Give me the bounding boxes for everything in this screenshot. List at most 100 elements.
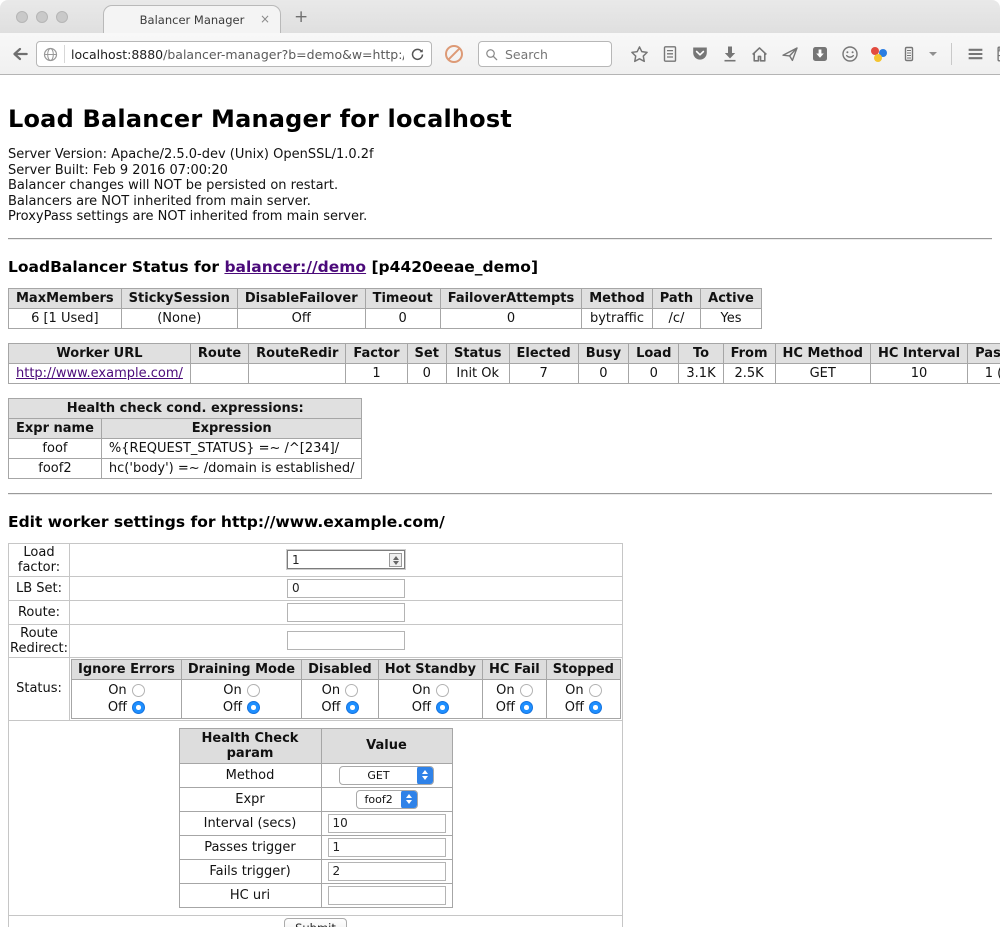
hc-interval-input[interactable] [328,814,446,833]
feedback-smiley-icon[interactable] [840,45,859,64]
balancer-header-row: MaxMembers StickySession DisableFailover… [9,288,762,308]
ignore-errors-cell: On Off [72,679,182,718]
close-window-button[interactable] [16,11,28,23]
cell-worker-url: http://www.example.com/ [9,363,191,383]
pocket-icon[interactable] [690,45,709,64]
hc-expr-row-foof2: foof2 hc('body') =~ /domain is establish… [9,458,362,478]
battery-extension-icon[interactable] [899,45,918,64]
disabled-off-radio[interactable] [346,701,359,714]
worker-status-table: Worker URL Route RouteRedir Factor Set S… [8,343,1000,384]
route-input[interactable] [287,603,405,622]
hc-expr-header-row: Expr name Expression [9,418,362,438]
hot-standby-on-radio[interactable] [436,684,449,697]
submit-button[interactable]: Submit [284,918,347,927]
ignore-errors-on-radio[interactable] [132,684,145,697]
hc-uri-input[interactable] [328,886,446,905]
balancer-demo-link[interactable]: balancer://demo [224,258,366,276]
reading-list-icon[interactable] [660,45,679,64]
cell-expr-name: foof [9,438,102,458]
cell-factor: 1 [346,363,407,383]
hc-fail-off-radio[interactable] [520,701,533,714]
health-check-cell: Health Check param Value Method GET [9,720,623,915]
disabled-on-radio[interactable] [345,684,358,697]
extension-dropdown-caret-icon[interactable] [929,52,937,56]
hc-fail-cell: On Off [483,679,547,718]
load-factor-label: Load factor: [9,543,70,576]
url-bar[interactable]: localhost:8880/balancer-manager?b=demo&w… [36,41,432,67]
hc-method-selected-value: GET [340,769,417,782]
url-text[interactable]: localhost:8880/balancer-manager?b=demo&w… [71,47,404,62]
menu-hamburger-icon[interactable] [966,45,985,64]
col-to: To [679,343,723,363]
home-icon[interactable] [750,45,769,64]
draining-mode-on-radio[interactable] [247,684,260,697]
zoom-window-button[interactable] [56,11,68,23]
tab-bar: Balancer Manager × + [0,0,1000,33]
status-heading-suffix: [p4420eeae_demo] [366,258,538,276]
col-hc-param: Health Check param [179,728,321,763]
route-redirect-input[interactable] [287,631,405,650]
back-arrow-icon [10,44,30,64]
globe-icon [43,47,58,62]
downloads-icon[interactable] [720,45,739,64]
new-tab-button[interactable]: + [294,7,308,27]
hc-header-row: Health Check param Value [179,728,452,763]
stopped-off-radio[interactable] [589,701,602,714]
hc-method-select[interactable]: GET [339,766,434,785]
cell-disablefailover: Off [237,308,365,328]
col-method: Method [582,288,652,308]
send-to-device-icon[interactable] [780,45,799,64]
ignore-errors-off-radio[interactable] [132,701,145,714]
cell-busy: 0 [578,363,628,383]
cell-from: 2.5K [723,363,775,383]
divider [8,238,992,240]
number-stepper-icon[interactable] [389,553,402,567]
worker-header-row: Worker URL Route RouteRedir Factor Set S… [9,343,1000,363]
reload-icon[interactable] [410,47,425,62]
lb-set-input[interactable] [287,579,405,598]
worker-url-link[interactable]: http://www.example.com/ [16,366,183,381]
addon-download-icon[interactable] [810,45,829,64]
loadbalancer-status-heading: LoadBalancer Status for balancer://demo … [8,258,992,276]
col-elected: Elected [509,343,578,363]
status-cell: Ignore Errors Draining Mode Disabled Hot… [70,657,623,720]
stopped-on-radio[interactable] [589,684,602,697]
hc-interval-row: Interval (secs) [179,811,452,835]
hot-standby-off-radio[interactable] [436,701,449,714]
off-label: Off [412,700,431,715]
bookmark-star-icon[interactable] [630,45,649,64]
cell-maxmembers: 6 [1 Used] [9,308,122,328]
load-factor-input[interactable] [287,550,405,569]
hc-expr-select[interactable]: foof2 [356,790,418,809]
tab-groups-icon[interactable] [996,45,1000,64]
col-stopped: Stopped [546,659,620,679]
lb-set-cell [70,576,623,600]
hc-fails-input[interactable] [328,862,446,881]
content-blocked-icon[interactable] [445,45,463,63]
cell-load: 0 [629,363,679,383]
tab-close-icon[interactable]: × [260,12,270,26]
search-bar[interactable] [478,41,612,67]
status-radio-table: Ignore Errors Draining Mode Disabled Hot… [71,659,621,719]
hot-standby-cell: On Off [378,679,482,718]
col-draining-mode: Draining Mode [181,659,301,679]
off-label: Off [496,700,515,715]
col-path: Path [652,288,700,308]
server-version-line: Server Version: Apache/2.5.0-dev (Unix) … [8,147,992,163]
hc-fail-on-radio[interactable] [520,684,533,697]
hc-fails-row: Fails trigger) [179,859,452,883]
hc-method-label: Method [179,763,321,787]
hc-passes-input[interactable] [328,838,446,857]
minimize-window-button[interactable] [36,11,48,23]
col-hc-method: HC Method [775,343,870,363]
tab-balancer-manager[interactable]: Balancer Manager × [103,5,281,34]
hc-passes-cell [321,835,452,859]
draining-mode-off-radio[interactable] [247,701,260,714]
on-label: On [108,683,126,698]
hc-expr-selected-value: foof2 [357,793,401,806]
color-extension-icon[interactable] [870,45,888,63]
col-hc-value: Value [321,728,452,763]
back-button[interactable] [10,33,30,75]
search-input[interactable] [503,46,593,63]
status-heading-prefix: LoadBalancer Status for [8,258,224,276]
